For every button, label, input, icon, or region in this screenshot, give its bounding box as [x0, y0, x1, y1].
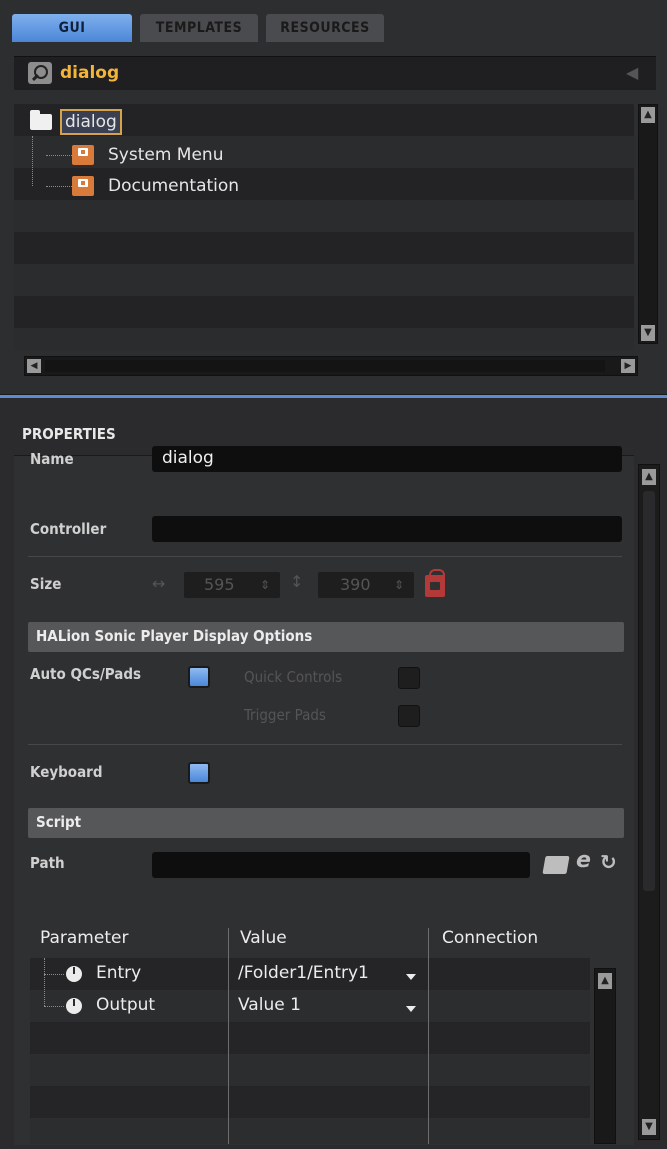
width-value: 595 — [204, 575, 235, 594]
name-field[interactable]: dialog — [152, 446, 622, 472]
template-icon — [72, 145, 94, 165]
search-bar: dialog ◀ — [14, 56, 656, 90]
column-header-parameter[interactable]: Parameter — [40, 928, 128, 948]
tree-vertical-scrollbar[interactable]: ▲ ▼ — [638, 104, 658, 344]
keyboard-checkbox[interactable] — [188, 762, 210, 784]
tree-item-label: System Menu — [108, 145, 224, 165]
table-row — [30, 1022, 590, 1054]
parameter-table: Parameter Value Connection Entry /Folder… — [30, 928, 590, 1144]
section-title: Script — [36, 813, 82, 831]
tree-item-root[interactable]: dialog — [30, 109, 122, 135]
height-value: 390 — [340, 575, 371, 594]
trigger-pads-label: Trigger Pads — [244, 706, 326, 724]
stepper-arrows-icon[interactable]: ⇕ — [260, 578, 270, 592]
table-row — [30, 1054, 590, 1086]
tree-row — [14, 296, 634, 328]
tree-row — [14, 264, 634, 296]
column-header-value[interactable]: Value — [240, 928, 287, 948]
tree-item-system-menu[interactable]: System Menu — [72, 142, 223, 168]
height-icon: ↕ — [290, 572, 304, 591]
separator — [28, 744, 622, 745]
search-icon[interactable] — [28, 62, 52, 84]
tab-gui[interactable]: GUI — [12, 14, 132, 42]
scroll-thumb[interactable] — [45, 360, 605, 372]
tab-bar: GUI TEMPLATES RESOURCES — [12, 14, 384, 46]
top-panel: GUI TEMPLATES RESOURCES dialog ◀ dialog … — [0, 0, 667, 395]
dropdown-arrow-icon[interactable] — [406, 1006, 416, 1012]
script-section: Script — [28, 808, 624, 838]
reload-icon[interactable]: ↻ — [600, 850, 617, 874]
size-label: Size — [30, 575, 62, 593]
section-title: HALion Sonic Player Display Options — [36, 627, 313, 645]
tree-item-label: Documentation — [108, 176, 240, 196]
parameter-name: Entry — [96, 963, 142, 983]
column-header-connection[interactable]: Connection — [442, 928, 538, 948]
folder-open-icon[interactable] — [542, 856, 570, 874]
quick-controls-checkbox[interactable] — [398, 667, 420, 689]
object-tree — [14, 104, 634, 350]
scroll-right-icon[interactable]: ▶ — [621, 359, 635, 373]
tree-connector — [46, 186, 72, 187]
path-field[interactable] — [152, 852, 530, 878]
scroll-down-icon[interactable]: ▼ — [641, 325, 655, 341]
edit-icon[interactable]: e — [576, 848, 591, 873]
scroll-up-icon[interactable]: ▲ — [642, 469, 656, 485]
stepper-arrows-icon[interactable]: ⇕ — [394, 578, 404, 592]
tree-item-documentation[interactable]: Documentation — [72, 173, 239, 199]
table-row — [30, 1118, 590, 1144]
properties-title: PROPERTIES — [22, 425, 116, 443]
tree-connector — [32, 136, 33, 186]
quick-controls-label: Quick Controls — [244, 668, 343, 686]
lock-icon[interactable] — [425, 569, 445, 597]
tree-row — [14, 328, 634, 350]
scroll-left-icon[interactable]: ◀ — [27, 359, 41, 373]
parameter-value[interactable]: /Folder1/Entry1 — [238, 963, 369, 983]
keyboard-label: Keyboard — [30, 763, 103, 781]
knob-icon — [66, 998, 82, 1014]
auto-qc-label: Auto QCs/Pads — [30, 665, 142, 683]
scroll-up-icon[interactable]: ▲ — [598, 973, 612, 989]
back-arrow-icon[interactable]: ◀ — [626, 65, 644, 81]
scroll-up-icon[interactable]: ▲ — [641, 107, 655, 123]
scroll-down-icon[interactable]: ▼ — [642, 1119, 656, 1135]
panel-divider[interactable] — [0, 395, 667, 398]
auto-qc-checkbox[interactable] — [188, 666, 210, 688]
tab-templates[interactable]: TEMPLATES — [140, 14, 258, 42]
tree-connector — [46, 155, 72, 156]
path-label: Path — [30, 854, 65, 872]
column-divider[interactable] — [228, 928, 229, 1144]
controller-label: Controller — [30, 520, 107, 538]
search-input[interactable]: dialog — [60, 63, 119, 83]
tree-row — [14, 232, 634, 264]
separator — [28, 556, 622, 557]
name-value: dialog — [162, 448, 214, 468]
knob-icon — [66, 966, 82, 982]
scroll-thumb[interactable] — [643, 491, 655, 891]
table-vertical-scrollbar[interactable]: ▲ — [594, 968, 616, 1144]
trigger-pads-checkbox[interactable] — [398, 705, 420, 727]
tree-row — [14, 200, 634, 232]
table-row — [30, 1086, 590, 1118]
tree-connector — [44, 1006, 64, 1007]
display-options-section: HALion Sonic Player Display Options — [28, 622, 624, 652]
column-divider[interactable] — [428, 928, 429, 1144]
parameter-value[interactable]: Value 1 — [238, 995, 301, 1015]
width-stepper[interactable]: 595 ⇕ — [184, 572, 280, 598]
tree-connector — [44, 958, 45, 1006]
folder-icon — [30, 110, 52, 130]
tree-item-label: dialog — [60, 109, 122, 135]
tab-resources[interactable]: RESOURCES — [266, 14, 384, 42]
tree-horizontal-scrollbar[interactable]: ◀ ▶ — [24, 356, 638, 376]
parameter-name: Output — [96, 995, 156, 1015]
properties-vertical-scrollbar[interactable]: ▲ ▼ — [638, 464, 660, 1140]
name-label: Name — [30, 450, 74, 468]
template-icon — [72, 176, 94, 196]
tree-connector — [44, 974, 64, 975]
width-icon: ↔ — [152, 574, 166, 593]
height-stepper[interactable]: 390 ⇕ — [318, 572, 414, 598]
controller-field[interactable] — [152, 516, 622, 542]
dropdown-arrow-icon[interactable] — [406, 974, 416, 980]
